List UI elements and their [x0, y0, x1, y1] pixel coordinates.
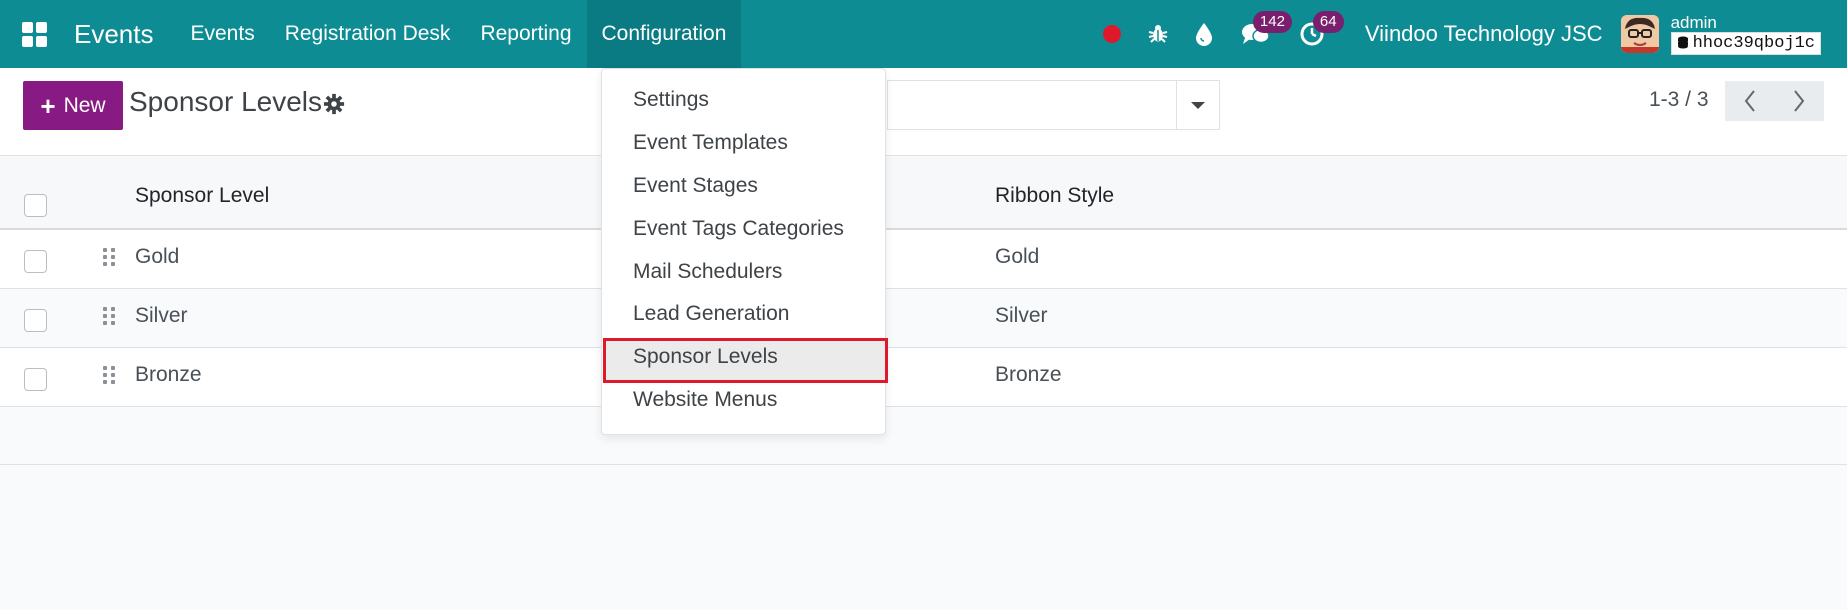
activity-clock-icon[interactable]: 64 [1285, 0, 1344, 68]
select-all-checkbox[interactable] [24, 194, 47, 217]
drop-icon[interactable] [1181, 0, 1227, 68]
search-options-toggle[interactable] [1176, 80, 1220, 130]
column-header-ribbon-style[interactable]: Ribbon Style [995, 184, 1114, 208]
menu-item-event-stages[interactable]: Event Stages [633, 174, 758, 198]
company-switcher[interactable]: Viindoo Technology JSC [1365, 21, 1603, 47]
user-name: admin [1670, 12, 1717, 32]
drag-handle-icon[interactable] [103, 366, 115, 384]
configuration-dropdown: Settings Event Templates Event Stages Ev… [601, 68, 888, 435]
menu-item-settings[interactable]: Settings [633, 88, 709, 112]
cell-sponsor-level: Gold [135, 245, 180, 268]
top-navbar: Events Events Registration Desk Reportin… [0, 0, 1847, 68]
table-row[interactable]: Silver Silver [0, 289, 1847, 348]
search-input[interactable] [887, 80, 1177, 130]
cell-ribbon-style: Bronze [995, 363, 1062, 386]
chevron-right-icon [1794, 90, 1805, 112]
nav-registration-desk[interactable]: Registration Desk [270, 0, 466, 68]
gear-icon[interactable] [323, 93, 345, 115]
list-footer [0, 407, 1847, 465]
new-button-label: New [63, 93, 106, 117]
menu-item-event-tags-categories[interactable]: Event Tags Categories [633, 217, 844, 241]
nav-events[interactable]: Events [176, 0, 270, 68]
menu-item-sponsor-levels[interactable]: Sponsor Levels [633, 345, 778, 369]
column-header-sponsor-level[interactable]: Sponsor Level [135, 184, 269, 208]
row-checkbox[interactable] [24, 309, 47, 332]
menu-item-website-menus[interactable]: Website Menus [633, 388, 777, 412]
avatar[interactable] [1620, 15, 1659, 53]
user-menu[interactable]: admin hhoc39qboj1c [1670, 12, 1821, 55]
list-view: Sponsor Level Ribbon Style Gold Gold Sil… [0, 157, 1847, 465]
new-button[interactable]: + New [23, 81, 123, 130]
table-row[interactable]: Gold Gold [0, 230, 1847, 289]
messages-icon[interactable]: 142 [1227, 0, 1292, 68]
list-header: Sponsor Level Ribbon Style [0, 157, 1847, 230]
cell-sponsor-level: Bronze [135, 363, 202, 386]
row-checkbox[interactable] [24, 250, 47, 273]
chevron-left-icon [1744, 90, 1755, 112]
caret-down-icon [1191, 101, 1205, 109]
pager-next-button[interactable] [1774, 81, 1824, 121]
database-icon [1677, 36, 1688, 49]
database-name: hhoc39qboj1c [1692, 33, 1815, 53]
bug-icon[interactable] [1135, 0, 1181, 68]
row-checkbox[interactable] [24, 368, 47, 391]
menu-item-mail-schedulers[interactable]: Mail Schedulers [633, 260, 782, 284]
menu-item-lead-generation[interactable]: Lead Generation [633, 302, 789, 326]
table-row[interactable]: Bronze Bronze [0, 348, 1847, 407]
database-tag: hhoc39qboj1c [1670, 31, 1821, 55]
pager-previous-button[interactable] [1725, 81, 1775, 121]
cell-ribbon-style: Silver [995, 304, 1048, 327]
app-brand[interactable]: Events [74, 19, 154, 50]
cell-sponsor-level: Silver [135, 304, 188, 327]
apps-menu-icon[interactable] [0, 0, 68, 68]
activities-badge: 64 [1312, 11, 1344, 33]
record-icon[interactable] [1089, 0, 1135, 68]
nav-reporting[interactable]: Reporting [465, 0, 586, 68]
pager-value[interactable]: 1-3 / 3 [1649, 88, 1709, 112]
page-title: Sponsor Levels [129, 86, 323, 117]
navbar-systray: 142 64 Viindoo Technology JSC admin hhoc… [1089, 0, 1847, 68]
menu-item-event-templates[interactable]: Event Templates [633, 131, 788, 155]
plus-icon: + [40, 90, 56, 121]
drag-handle-icon[interactable] [103, 248, 115, 266]
cell-ribbon-style: Gold [995, 245, 1040, 268]
drag-handle-icon[interactable] [103, 307, 115, 325]
control-panel: + New Sponsor Levels 1-3 / 3 [0, 68, 1847, 156]
nav-configuration[interactable]: Configuration [586, 0, 742, 68]
